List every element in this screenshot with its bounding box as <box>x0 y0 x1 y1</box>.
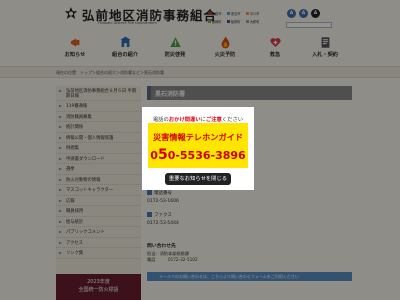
tel-emphasis: 5 <box>157 147 168 163</box>
tel-rest: 0-5536-3896 <box>167 149 246 162</box>
close-notice-button[interactable]: 重要なお知らせを閉じる <box>165 173 231 185</box>
guide-title: 災害情報テレホンガイド <box>152 132 244 142</box>
modal-notice: 電話のおかけ間違いにご注意ください <box>142 115 254 123</box>
guide-phone-number[interactable]: 050-5536-3896 <box>148 147 248 163</box>
important-notice-modal: 電話のおかけ間違いにご注意ください 災害情報テレホンガイド 050-5536-3… <box>142 107 254 190</box>
telephone-guide-box: 災害情報テレホンガイド 050-5536-3896 <box>148 123 248 168</box>
tel-prefix: 0 <box>150 149 158 162</box>
